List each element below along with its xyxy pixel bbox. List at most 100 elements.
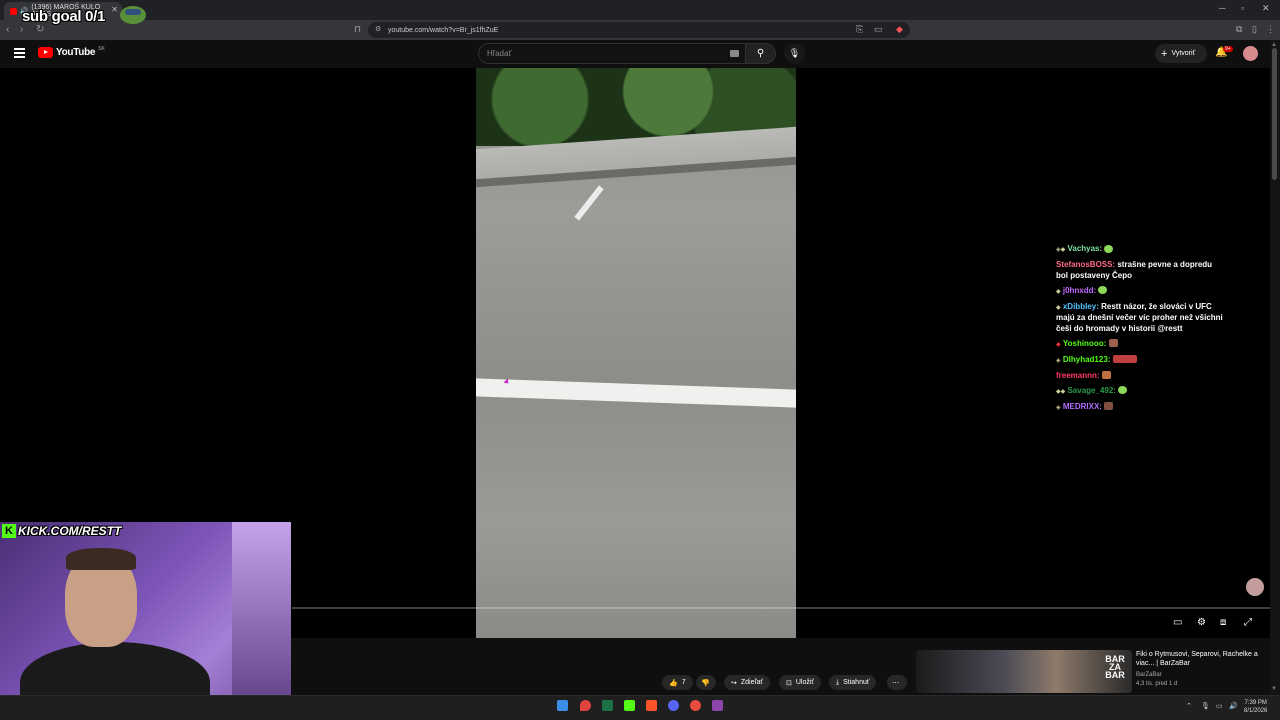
maps-icon[interactable] [580,700,591,711]
chat-username: MEDRIXX: [1062,401,1102,411]
search-input[interactable]: Hľadať [478,43,746,64]
close-tab-icon[interactable]: ✕ [111,5,118,14]
youtube-header: YouTube SK Hľadať ⚲ 🎙 + Vytvoriť 🔔 9+ [0,40,1280,68]
minimize-icon[interactable]: ─ [1219,3,1225,13]
save-label: Uložiť [795,679,815,686]
share-label: Zdieľať [740,679,764,686]
like-count: 7 [681,679,686,686]
create-label: Vytvoriť [1171,50,1196,57]
keyboard-icon[interactable] [730,50,739,57]
youtube-favicon-icon [10,7,17,15]
chat-username: Yoshinooo: [1062,338,1107,348]
chat-username: Savage_492: [1067,385,1116,395]
chat-username: StefanosBOSS: [1056,260,1116,269]
tray-volume-icon[interactable]: 🔊 [1229,702,1238,710]
plus-icon: + [1161,47,1168,60]
recommended-video-title[interactable]: Fiki o Rytmusovi, Separovi, Rachelke a v… [1136,650,1266,668]
tray-display-icon[interactable]: ▭ [1216,702,1223,710]
chat-message: ◈ Dlhyhad123: [1056,355,1226,367]
maximize-icon[interactable]: ▫ [1241,3,1244,13]
account-avatar[interactable] [1243,46,1258,61]
thumbs-down-icon: 👎 [701,679,710,687]
download-icon: ⤓ [836,678,840,686]
recommended-channel[interactable]: BarZaBar [1136,671,1177,680]
forward-icon[interactable]: › [20,24,23,35]
search-icon: ⚲ [756,48,765,59]
chat-message: ◆ j0hnxdd: [1056,286,1226,298]
chat-message: ◆◆ Savage_492: [1056,386,1226,398]
hamburger-menu-icon[interactable] [14,48,25,58]
sidebar-icon[interactable]: ▯ [1252,24,1257,35]
bookmark-save-icon: ⊡ [786,679,792,687]
chat-username: Vachyas: [1067,244,1103,253]
miniplayer-icon[interactable]: ⧈ [1220,617,1226,628]
chat-username: xDibbley: [1062,301,1099,311]
windows-start-icon[interactable] [557,700,568,711]
video-progress-bar[interactable] [292,607,1270,609]
search-button[interactable]: ⚲ [746,43,776,64]
share-icon: ↪ [731,679,737,687]
scroll-down-icon[interactable]: ▼ [1271,686,1277,692]
voice-search-button[interactable]: 🎙 [784,43,805,64]
tray-mic-icon[interactable]: 🎙 [1201,702,1210,710]
tray-chevron-icon[interactable]: ⌃ [1186,702,1192,710]
reload-icon[interactable]: ↻ [36,24,44,35]
url-bar[interactable]: ⚙ youtube.com/watch?v=Br_js1fhZuE [368,22,910,38]
webcam-background-shelf [232,522,291,720]
close-window-icon[interactable]: ✕ [1262,3,1270,14]
brave-shield-icon[interactable]: ◆ [896,24,903,35]
badge-icon: ◈ [1056,404,1061,411]
video-frame[interactable] [476,68,796,638]
more-actions-button[interactable]: ⋯ [887,675,907,690]
kick-label: KICK.COM/RESTT [18,524,122,538]
badge-icon: ◆ [1056,304,1061,311]
chat-username: j0hnxdd: [1062,285,1097,295]
translate-icon[interactable]: ⎘ [856,24,863,35]
browser-tab-strip: 🔊 (1396) MAROŠ KULO ALIAS... ✕ ─ ▫ ✕ [0,0,1280,20]
save-button[interactable]: ⊡ Uložiť [779,675,822,690]
clock-date: 8/1/2026 [1244,708,1268,714]
kick-logo-icon: K [2,524,16,538]
streamer-hair [66,548,136,570]
emote-icon [1098,286,1108,295]
scrollbar-thumb[interactable] [1272,48,1277,180]
youtube-logo[interactable]: YouTube SK [38,45,105,58]
emote-icon [1104,244,1114,253]
chat-overlay: ◈◆ Vachyas: StefanosBOSS: strašne pevne … [1056,244,1226,418]
chrome-icon[interactable] [690,700,701,711]
region-code: SK [98,45,105,52]
chat-message: ◈ MEDRIXX: [1056,402,1226,414]
cast-icon[interactable]: ▭ [874,24,883,35]
mini-avatar [1246,578,1264,596]
barzabar-logo: BAR ZA BAR [1105,654,1125,680]
fullscreen-icon[interactable]: ⤢ [1244,617,1252,628]
badge-icon: ◆◆ [1056,388,1066,395]
download-label: Stiahnuť [843,679,870,686]
badge-icon: ◆ [1056,288,1061,295]
menu-icon[interactable]: ⋮ [1266,24,1275,35]
youtube-play-icon [38,47,53,58]
dislike-button[interactable]: 👎 [696,675,716,690]
kick-banner: K KICK.COM/RESTT [2,524,121,538]
back-icon[interactable]: ‹ [6,24,9,35]
settings-gear-icon[interactable]: ⚙ [1197,617,1206,628]
brave-browser-icon[interactable] [646,700,657,711]
download-button[interactable]: ⤓ Stiahnuť [829,675,877,690]
share-button[interactable]: ↪ Zdieľať [724,675,771,690]
excel-icon[interactable] [602,700,613,711]
discord-icon[interactable] [668,700,679,711]
bookmark-icon[interactable]: ⊓ [354,24,361,35]
notification-badge: 9+ [1223,46,1233,52]
like-button[interactable]: 👍 7 [662,675,693,690]
kick-app-icon[interactable] [624,700,635,711]
extensions-icon[interactable]: ⧉ [1236,24,1242,35]
emote-icon [1118,386,1128,395]
subtitles-icon[interactable]: ▭ [1173,617,1182,628]
scroll-up-icon[interactable]: ▲ [1271,42,1277,48]
twitch-icon[interactable] [712,700,723,711]
site-info-icon[interactable]: ⚙ [375,25,381,33]
pepe-emote-icon [120,6,146,24]
create-button[interactable]: + Vytvoriť [1155,44,1207,63]
taskbar-clock[interactable]: 7:39 PM 8/1/2026 [1244,699,1267,715]
emote-icon [1108,339,1118,348]
